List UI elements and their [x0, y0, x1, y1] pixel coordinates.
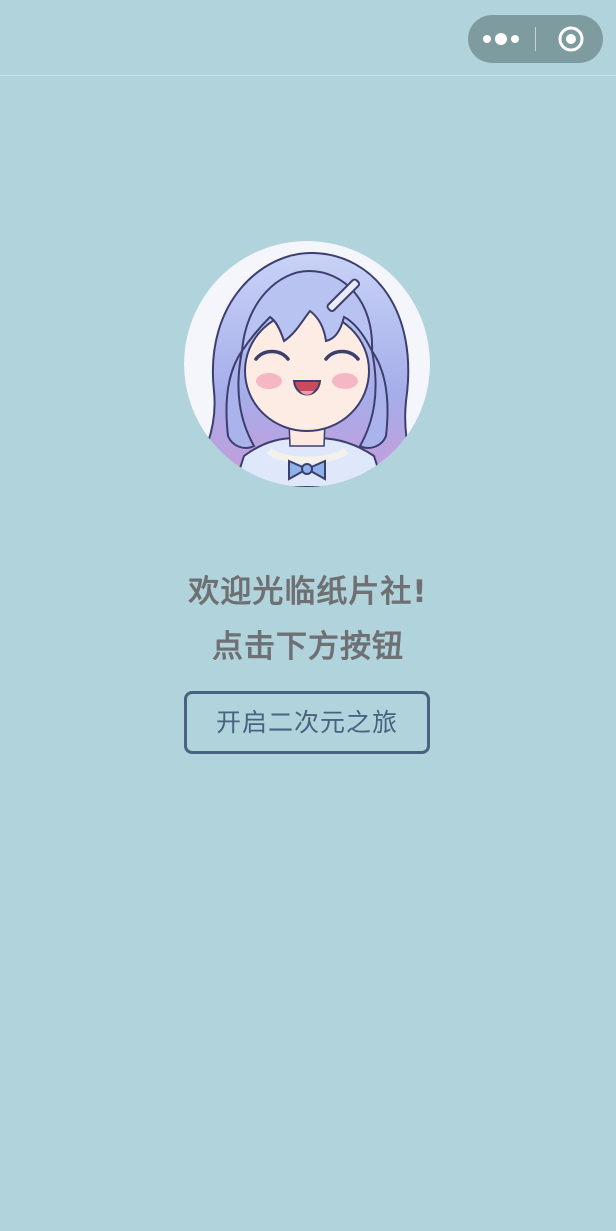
avatar: [184, 241, 430, 487]
mini-program-capsule: [468, 15, 603, 63]
record-circle-icon: [558, 26, 584, 52]
start-journey-button[interactable]: 开启二次元之旅: [184, 691, 430, 754]
nav-bar: [0, 0, 616, 76]
close-button[interactable]: [536, 15, 603, 63]
more-dots-icon: [483, 35, 491, 43]
welcome-text: 欢迎光临纸片社!: [188, 574, 428, 610]
hint-text: 点击下方按钮: [212, 629, 404, 665]
more-button[interactable]: [468, 15, 535, 63]
page: 欢迎光临纸片社! 点击下方按钮 开启二次元之旅: [0, 0, 616, 1231]
anime-girl-avatar: [184, 241, 430, 487]
